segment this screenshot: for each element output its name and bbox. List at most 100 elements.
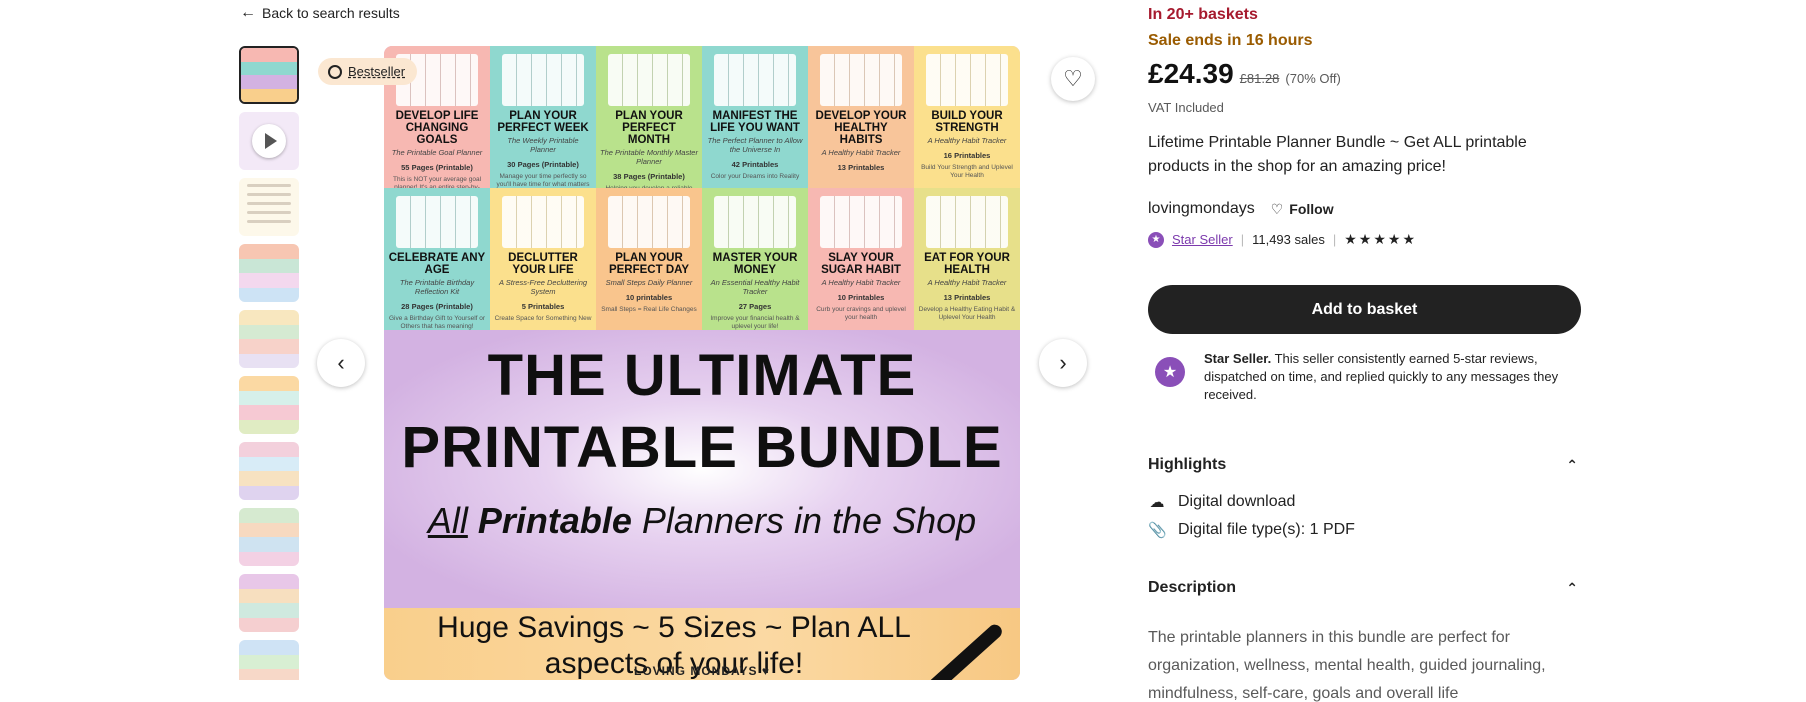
original-price: £81.28 bbox=[1239, 71, 1280, 86]
tile-title: DEVELOP YOUR HEALTHY HABITS bbox=[815, 110, 907, 146]
tile-subtitle: An Essential Healthy Habit Tracker bbox=[710, 278, 800, 296]
collage-tile: PLAN YOUR PERFECT DAY Small Steps Daily P… bbox=[596, 188, 702, 330]
tile-description: Color your Dreams into Reality bbox=[710, 173, 800, 180]
tile-subtitle: The Printable Goal Planner bbox=[391, 148, 483, 157]
star-seller-link[interactable]: Star Seller bbox=[1172, 232, 1233, 247]
planner-pages-illustration bbox=[820, 196, 902, 248]
promo-band: Huge Savings ~ 5 Sizes ~ Plan ALL aspect… bbox=[384, 608, 1020, 680]
tile-description: Create Space for Something New bbox=[494, 315, 592, 322]
sale-ends-text: Sale ends in 16 hours bbox=[1148, 32, 1313, 49]
description-heading: Description bbox=[1148, 579, 1237, 596]
collage-tile: DECLUTTER YOUR LIFE A Stress-Free Declutt… bbox=[490, 188, 596, 330]
play-icon bbox=[252, 124, 286, 158]
banner-line-1: THE ULTIMATE bbox=[487, 343, 917, 408]
tile-subtitle: A Healthy Habit Tracker bbox=[927, 278, 1007, 287]
chevron-right-icon: › bbox=[1059, 350, 1067, 375]
divider: | bbox=[1332, 232, 1337, 247]
collage-tile: CELEBRATE ANY AGE The Printable Birthday … bbox=[384, 188, 490, 330]
planner-pages-illustration bbox=[502, 54, 584, 106]
collage-tile: MANIFEST THE LIFE YOU WANT The Perfect Pl… bbox=[702, 46, 808, 188]
tile-title: SLAY YOUR SUGAR HABIT bbox=[821, 252, 901, 276]
thumbnail-strip[interactable] bbox=[239, 46, 299, 680]
planner-pages-illustration bbox=[396, 196, 478, 248]
cloud-download-icon: ☁ bbox=[1149, 494, 1165, 511]
current-price: £24.39 bbox=[1148, 58, 1234, 89]
thumbnail-4[interactable] bbox=[239, 244, 299, 302]
tile-description: Improve your financial health & uplevel … bbox=[710, 315, 800, 330]
description-toggle[interactable]: Description ⌃ bbox=[1148, 579, 1578, 597]
brand-footer: LOVING MONDAYS ♥ bbox=[633, 664, 771, 678]
planner-pages-illustration bbox=[926, 196, 1008, 248]
next-image-button[interactable]: › bbox=[1039, 339, 1087, 387]
back-to-search-link[interactable]: ← Back to search results bbox=[240, 4, 400, 22]
thumbnail-main[interactable] bbox=[239, 46, 299, 104]
tile-pages: 13 Printables bbox=[837, 163, 885, 172]
tile-pages: 13 Printables bbox=[943, 293, 991, 302]
tile-pages: 5 Printables bbox=[521, 302, 565, 311]
favorite-button[interactable]: ♡ bbox=[1051, 57, 1095, 101]
tile-description: This is NOT your average goal planner! I… bbox=[392, 176, 482, 188]
follow-button[interactable]: ♡ Follow bbox=[1271, 201, 1334, 218]
tile-subtitle: A Healthy Habit Tracker bbox=[927, 136, 1007, 145]
tile-title: DECLUTTER YOUR LIFE bbox=[508, 252, 578, 276]
thumbnail-7[interactable] bbox=[239, 442, 299, 500]
description-text: The printable planners in this bundle ar… bbox=[1148, 629, 1546, 702]
bestseller-label: Bestseller bbox=[348, 64, 406, 79]
collage-tile: SLAY YOUR SUGAR HABIT A Healthy Habit Tra… bbox=[808, 188, 914, 330]
tile-pages: 55 Pages (Printable) bbox=[401, 163, 473, 172]
product-collage-grid: DEVELOP LIFE CHANGING GOALS The Printable… bbox=[384, 46, 1020, 330]
highlights-heading: Highlights bbox=[1148, 456, 1227, 473]
tile-subtitle: The Printable Monthly Master Planner bbox=[600, 148, 698, 166]
tile-subtitle: The Printable Birthday Reflection Kit bbox=[399, 278, 475, 296]
thumbnail-3[interactable] bbox=[239, 178, 299, 236]
tile-title: DEVELOP LIFE CHANGING GOALS bbox=[395, 110, 479, 146]
tile-description: Small Steps = Real Life Changes bbox=[601, 306, 697, 313]
follow-label: Follow bbox=[1289, 201, 1334, 217]
heart-icon: ♡ bbox=[1063, 66, 1083, 91]
collage-tile: PLAN YOUR PERFECT WEEK The Weekly Printab… bbox=[490, 46, 596, 188]
thumbnail-6[interactable] bbox=[239, 376, 299, 434]
rating-stars[interactable]: ★★★★★ bbox=[1344, 231, 1417, 248]
chevron-up-icon: ⌃ bbox=[1566, 579, 1578, 596]
chevron-up-icon: ⌃ bbox=[1566, 456, 1578, 473]
tile-pages: 27 Pages bbox=[738, 302, 772, 311]
highlights-toggle[interactable]: Highlights ⌃ bbox=[1148, 456, 1578, 474]
tile-title: PLAN YOUR PERFECT WEEK bbox=[497, 110, 589, 134]
tile-description: Curb your cravings and uplevel your heal… bbox=[816, 306, 906, 321]
product-banner: THE ULTIMATE PRINTABLE BUNDLE All Printa… bbox=[384, 330, 1020, 608]
discount-text: (70% Off) bbox=[1285, 71, 1341, 86]
back-link-label: Back to search results bbox=[262, 5, 400, 21]
prev-image-button[interactable]: ‹ bbox=[317, 339, 365, 387]
thumbnail-10[interactable] bbox=[239, 640, 299, 680]
planner-pages-illustration bbox=[714, 54, 796, 106]
tile-pages: 10 Printables bbox=[837, 293, 885, 302]
tile-title: PLAN YOUR PERFECT DAY bbox=[608, 252, 690, 276]
tile-description: Develop a Healthy Eating Habit & Uplevel… bbox=[918, 306, 1016, 321]
planner-pages-illustration bbox=[608, 54, 690, 106]
main-product-image[interactable]: DEVELOP LIFE CHANGING GOALS The Printable… bbox=[384, 46, 1020, 680]
star-seller-icon: ★ bbox=[1148, 231, 1164, 248]
thumbnail-5[interactable] bbox=[239, 310, 299, 368]
planner-pages-illustration bbox=[820, 54, 902, 106]
banner-tagline: All Printable Planners in the Shop bbox=[384, 500, 1020, 542]
highlight-file-type: 📎 Digital file type(s): 1 PDF bbox=[1148, 521, 1355, 539]
thumbnail-9[interactable] bbox=[239, 574, 299, 632]
add-to-basket-button[interactable]: Add to basket bbox=[1148, 285, 1581, 334]
shop-name[interactable]: lovingmondays bbox=[1148, 200, 1255, 218]
medal-icon bbox=[328, 64, 342, 79]
star-seller-description: Star Seller. This seller consistently ea… bbox=[1204, 350, 1578, 404]
arrow-left-icon: ← bbox=[240, 4, 256, 21]
tile-pages: 16 Printables bbox=[943, 151, 991, 160]
star-seller-info: ★ Star Seller. This seller consistently … bbox=[1148, 350, 1578, 404]
heart-outline-icon: ♡ bbox=[1270, 200, 1284, 217]
collage-tile: PLAN YOUR PERFECT MONTH The Printable Mon… bbox=[596, 46, 702, 188]
tile-description: Build Your Strength and Uplevel Your Hea… bbox=[921, 164, 1013, 179]
tile-title: CELEBRATE ANY AGE bbox=[388, 252, 486, 276]
thumbnail-video[interactable] bbox=[239, 112, 299, 170]
thumbnail-8[interactable] bbox=[239, 508, 299, 566]
seller-stats: ★ Star Seller | 11,493 sales | ★★★★★ bbox=[1148, 231, 1417, 248]
in-baskets-text: In 20+ baskets bbox=[1148, 6, 1258, 23]
tile-title: PLAN YOUR PERFECT MONTH bbox=[615, 110, 683, 146]
price-row: £24.39 £81.28 (70% Off) bbox=[1148, 58, 1341, 90]
planner-pages-illustration bbox=[502, 196, 584, 248]
